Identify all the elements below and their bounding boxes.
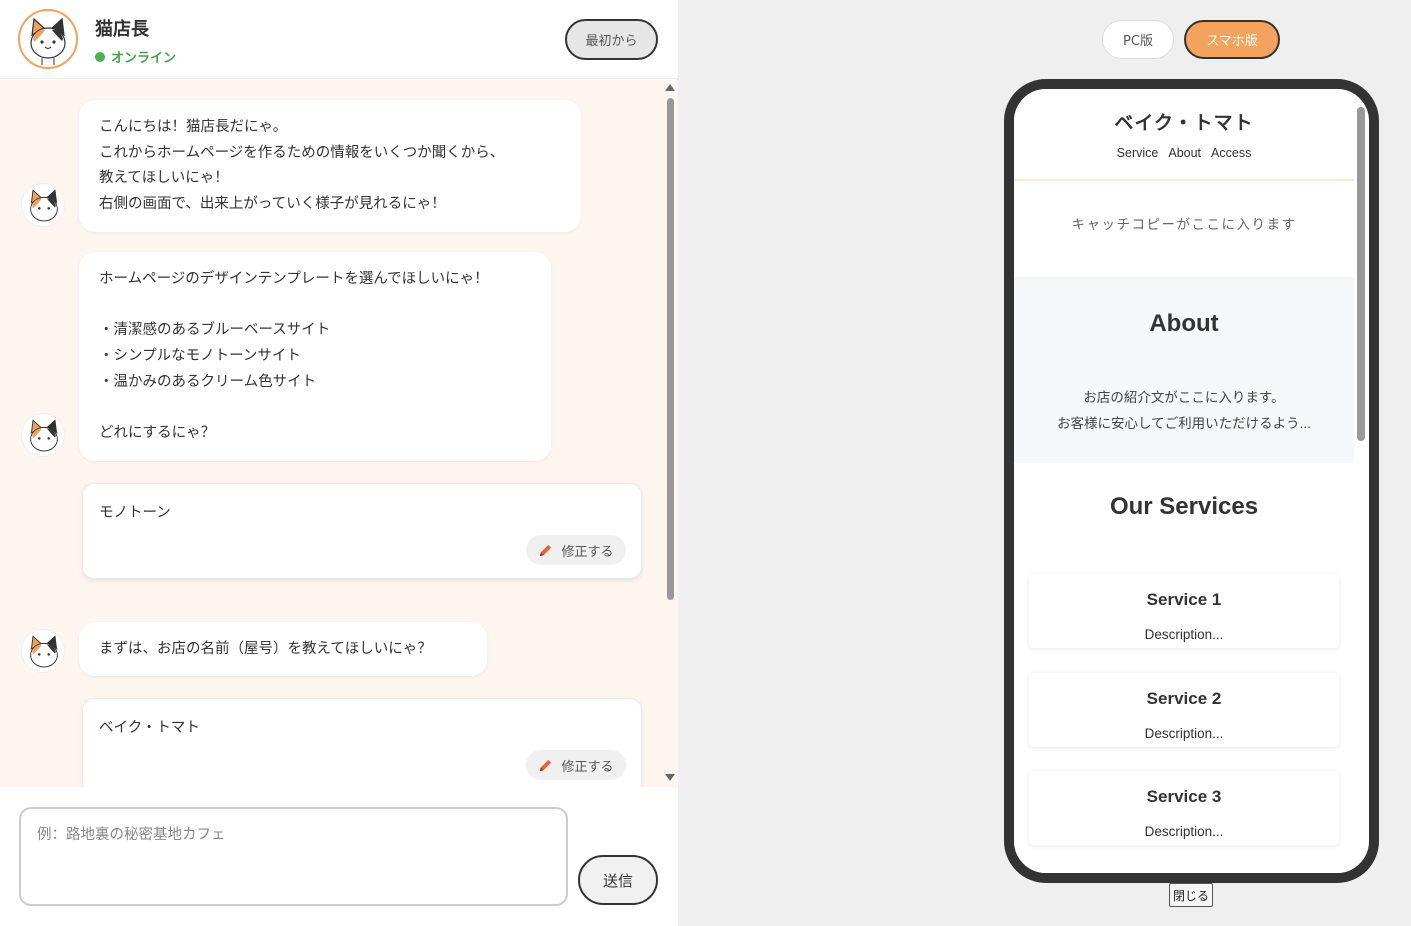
scroll-up-arrow-icon[interactable]: [665, 84, 675, 91]
preview-scrollbar[interactable]: [1357, 99, 1365, 869]
about-line: お店の紹介文がここに入ります。: [1083, 390, 1285, 405]
cat-avatar-icon: [21, 413, 65, 457]
user-message: モノトーン 修正する: [82, 483, 642, 579]
edit-button-label: 修正する: [561, 759, 614, 775]
pc-view-toggle[interactable]: PC版: [1102, 20, 1174, 59]
service-card: Service 1 Description...: [1029, 574, 1339, 648]
close-preview-button[interactable]: 閉じる: [1169, 883, 1213, 907]
service-description: Description...: [1144, 824, 1224, 839]
online-status: オンライン: [95, 47, 176, 66]
service-description: Description...: [1144, 627, 1224, 642]
smartphone-view-toggle[interactable]: スマホ版: [1184, 20, 1280, 59]
site-nav: Service About Access: [1014, 146, 1354, 160]
site-title: ベイク・トマト: [1114, 113, 1254, 134]
nav-link-about[interactable]: About: [1168, 146, 1201, 160]
preview-scroll-thumb[interactable]: [1357, 107, 1365, 441]
service-name: Service 2: [1146, 689, 1222, 708]
pencil-icon: [540, 759, 552, 771]
site-header: ベイク・トマト Service About Access: [1014, 89, 1354, 181]
input-area: 送信: [0, 787, 678, 926]
about-title: About: [1149, 310, 1219, 337]
edit-button[interactable]: 修正する: [526, 535, 626, 565]
nav-link-access[interactable]: Access: [1211, 146, 1251, 160]
phone-frame: ベイク・トマト Service About Access キャッチコピーがここに…: [1004, 79, 1379, 883]
services-title: Our Services: [1109, 493, 1259, 520]
bot-message: まずは、お店の名前（屋号）を教えてほしいにゃ？: [79, 622, 487, 676]
cat-avatar-icon: [18, 9, 78, 69]
pencil-icon: [540, 544, 552, 556]
about-text: お店の紹介文がここに入ります。 お客様に安心してご利用いただけるよう...: [1014, 385, 1354, 437]
chat-scroll-thumb[interactable]: [667, 98, 674, 600]
user-message: ベイク・トマト 修正する: [82, 698, 642, 787]
cat-avatar-icon: [21, 183, 65, 227]
nav-link-service[interactable]: Service: [1117, 146, 1159, 160]
about-line: お客様に安心してご利用いただけるよう...: [1057, 416, 1311, 431]
service-card: Service 2 Description...: [1029, 673, 1339, 747]
user-message-text: モノトーン: [99, 505, 171, 521]
service-name: Service 1: [1146, 590, 1222, 609]
bot-message: こんにちは！猫店長だにゃ。 これからホームページを作るための情報をいくつか聞くか…: [79, 100, 581, 232]
chat-scrollbar[interactable]: [663, 80, 677, 786]
restart-button[interactable]: 最初から: [565, 19, 658, 60]
message-input[interactable]: [19, 807, 568, 906]
cat-avatar-icon: [21, 629, 65, 673]
chat-header: 猫店長 オンライン 最初から: [0, 0, 678, 79]
online-status-label: オンライン: [111, 51, 177, 66]
service-card: Service 3 Description...: [1029, 771, 1339, 845]
message-list: こんにちは！猫店長だにゃ。 これからホームページを作るための情報をいくつか聞くか…: [0, 80, 678, 787]
about-section: About お店の紹介文がここに入ります。 お客様に安心してご利用いただけるよう…: [1014, 277, 1354, 463]
online-dot-icon: [95, 51, 105, 62]
service-description: Description...: [1144, 726, 1224, 741]
user-message-text: ベイク・トマト: [99, 720, 200, 736]
bot-name: 猫店長: [95, 19, 149, 40]
edit-button-label: 修正する: [561, 544, 614, 560]
site-preview: ベイク・トマト Service About Access キャッチコピーがここに…: [1014, 89, 1359, 873]
service-name: Service 3: [1146, 787, 1222, 806]
bot-message: ホームページのデザインテンプレートを選んでほしいにゃ！ ・清潔感のあるブルーベー…: [79, 252, 551, 461]
send-button[interactable]: 送信: [578, 855, 658, 905]
catch-copy: キャッチコピーがここに入ります: [1071, 217, 1297, 232]
edit-button[interactable]: 修正する: [526, 750, 626, 780]
scroll-down-arrow-icon[interactable]: [665, 774, 675, 781]
chat-panel: 猫店長 オンライン 最初から こんにちは！猫店長だにゃ。 これからホームページを…: [0, 0, 678, 926]
